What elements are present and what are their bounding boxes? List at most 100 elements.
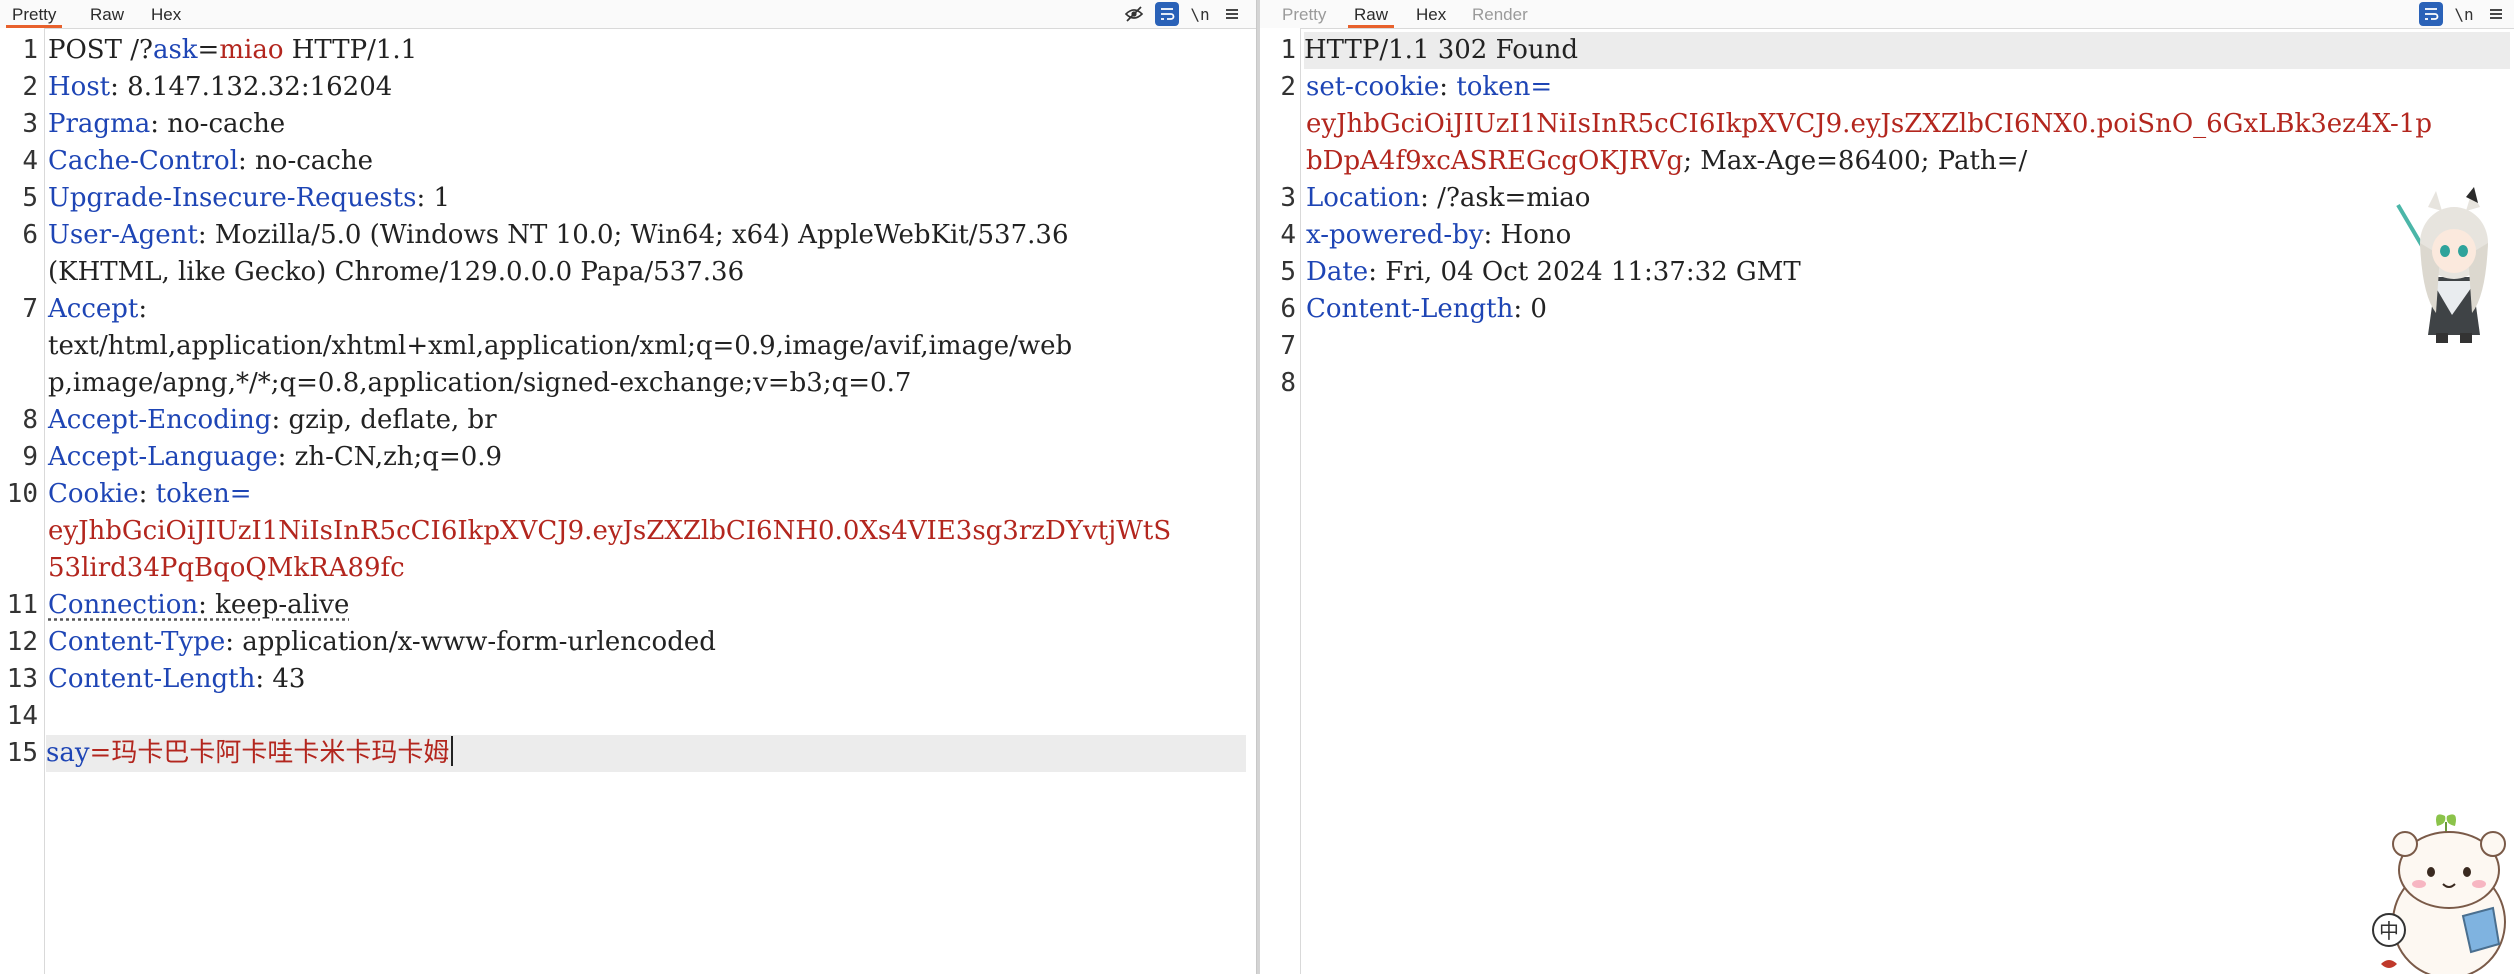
- hamburger-menu-icon[interactable]: [2484, 2, 2508, 26]
- request-editor[interactable]: 1 2 3 4 5 6 7 8 9 10 11 12 13 14 15 POST…: [0, 28, 1256, 974]
- header-cache-control: Cache-Control: no-cache: [48, 143, 1244, 180]
- header-value: : no-cache: [238, 146, 373, 176]
- query-param-name: ask: [152, 35, 198, 65]
- line-number: 7: [1280, 331, 1296, 361]
- header-name: User-Agent: [48, 220, 198, 250]
- header-pragma: Pragma: no-cache: [48, 106, 1244, 143]
- cookie-value-text: eyJhbGciOiJIUzI1NiIsInR5cCI6IkpXVCJ9.eyJ…: [1306, 109, 2432, 139]
- header-name: Date: [1306, 257, 1369, 287]
- response-tab-raw[interactable]: Raw: [1348, 0, 1395, 28]
- header-value: : 1: [416, 183, 451, 213]
- request-tab-raw[interactable]: Raw: [84, 0, 130, 27]
- anime-girl-mascot: [2392, 185, 2514, 345]
- ime-indicator[interactable]: 中: [2379, 919, 2399, 943]
- line-number: 9: [22, 442, 38, 472]
- cookie-value-text: bDpA4f9xcASREGcgOKJRVg: [1306, 146, 1684, 176]
- line-number: 3: [22, 109, 38, 139]
- line-number: 13: [6, 664, 38, 694]
- response-tab-render[interactable]: Render: [1466, 0, 1534, 27]
- set-cookie-value: bDpA4f9xcASREGcgOKJRVg; Max-Age=86400; P…: [1306, 143, 2502, 180]
- request-body-line[interactable]: say=玛卡巴卡阿卡哇卡米卡玛卡姆: [46, 735, 1246, 772]
- line-number: 7: [22, 294, 38, 324]
- header-name: Content-Length: [48, 664, 256, 694]
- line-number: 5: [22, 183, 38, 213]
- colon: :: [138, 479, 156, 509]
- equals-sign: =: [197, 35, 220, 65]
- header-value: : zh-CN,zh;q=0.9: [277, 442, 503, 472]
- header-host: Host: 8.147.132.32:16204: [48, 69, 1244, 106]
- header-value: : 43: [255, 664, 306, 694]
- cookie-value: 53lird34PqBqoQMkRA89fc: [48, 550, 1244, 587]
- header-name: Cookie: [48, 479, 139, 509]
- request-line: POST /?ask=miao HTTP/1.1: [48, 32, 1244, 69]
- line-number: 11: [6, 590, 38, 620]
- header-user-agent-wrap: (KHTML, like Gecko) Chrome/129.0.0.0 Pap…: [48, 254, 1244, 291]
- header-value: : no-cache: [150, 109, 286, 139]
- cookie-value-text: eyJhbGciOiJIUzI1NiIsInR5cCI6IkpXVCJ9.eyJ…: [48, 516, 1172, 546]
- header-name: Accept: [48, 294, 139, 324]
- header-name: Content-Length: [1306, 294, 1514, 324]
- header-value: (KHTML, like Gecko) Chrome/129.0.0.0 Pap…: [48, 257, 745, 287]
- line-number: 12: [6, 627, 38, 657]
- colon: :: [1439, 72, 1457, 102]
- line-number: 8: [1280, 368, 1296, 398]
- wrap-lines-icon[interactable]: [1155, 2, 1179, 26]
- response-tab-pretty[interactable]: Pretty: [1276, 0, 1332, 27]
- header-name: Location: [1306, 183, 1421, 213]
- wrap-lines-icon[interactable]: [2419, 2, 2443, 26]
- text-caret: [451, 736, 454, 766]
- line-number: 2: [22, 72, 38, 102]
- set-cookie-value: eyJhbGciOiJIUzI1NiIsInR5cCI6IkpXVCJ9.eyJ…: [1306, 106, 2502, 143]
- hamburger-menu-icon[interactable]: [1220, 2, 1244, 26]
- line-number: 8: [22, 405, 38, 435]
- colon: :: [138, 294, 148, 324]
- header-date: Date: Fri, 04 Oct 2024 11:37:32 GMT: [1306, 254, 2502, 291]
- header-cookie: Cookie: token=: [48, 476, 1244, 513]
- header-accept-wrap: p,image/apng,*/*;q=0.8,application/signe…: [48, 365, 1244, 402]
- request-tab-hex[interactable]: Hex: [145, 0, 187, 27]
- request-tab-pretty[interactable]: Pretty: [6, 0, 63, 28]
- header-content-type: Content-Type: application/x-www-form-url…: [48, 624, 1244, 661]
- line-number: 1: [22, 35, 38, 65]
- line-number: 5: [1280, 257, 1296, 287]
- line-number: 4: [1280, 220, 1296, 250]
- status-text: HTTP/1.1 302 Found: [1304, 35, 1579, 65]
- header-value: : application/x-www-form-urlencoded: [225, 627, 716, 657]
- query-param-value: miao: [219, 35, 284, 65]
- line-number: 3: [1280, 183, 1296, 213]
- line-number: 6: [1280, 294, 1296, 324]
- line-number: 15: [6, 738, 38, 768]
- response-tabbar: Pretty Raw Hex Render \n: [1260, 0, 2514, 29]
- eye-off-icon[interactable]: [1122, 2, 1146, 26]
- line-number: 10: [6, 479, 38, 509]
- show-newlines-toggle[interactable]: \n: [1188, 2, 1212, 26]
- header-value: : Fri, 04 Oct 2024 11:37:32 GMT: [1368, 257, 1801, 287]
- header-upgrade-insecure-requests: Upgrade-Insecure-Requests: 1: [48, 180, 1244, 217]
- request-method-path: POST /?: [48, 35, 153, 65]
- header-value: : /?ask=miao: [1420, 183, 1591, 213]
- http-version: HTTP/1.1: [283, 35, 418, 65]
- header-name: set-cookie: [1306, 72, 1440, 102]
- header-value: : keep-alive: [198, 590, 350, 620]
- header-name: Cache-Control: [48, 146, 239, 176]
- equals-sign: =: [1530, 72, 1553, 102]
- header-accept-encoding: Accept-Encoding: gzip, deflate, br: [48, 402, 1244, 439]
- header-value: p,image/apng,*/*;q=0.8,application/signe…: [48, 368, 912, 398]
- header-set-cookie: set-cookie: token=: [1306, 69, 2502, 106]
- line-number: 1: [1280, 35, 1296, 65]
- response-tab-hex[interactable]: Hex: [1410, 0, 1452, 27]
- cookie-value-text: 53lird34PqBqoQMkRA89fc: [48, 553, 405, 583]
- response-editor[interactable]: 1 2 3 4 5 6 7 8 HTTP/1.1 302 Found set-c…: [1260, 28, 2514, 974]
- cookie-name: token: [1456, 72, 1531, 102]
- line-number: 2: [1280, 72, 1296, 102]
- header-user-agent: User-Agent: Mozilla/5.0 (Windows NT 10.0…: [48, 217, 1244, 254]
- show-newlines-toggle[interactable]: \n: [2452, 2, 2476, 26]
- header-value: : Mozilla/5.0 (Windows NT 10.0; Win64; x…: [197, 220, 1069, 250]
- response-status-line: HTTP/1.1 302 Found: [1304, 32, 2510, 69]
- header-value: : 8.147.132.32:16204: [110, 72, 393, 102]
- header-location: Location: /?ask=miao: [1306, 180, 2502, 217]
- header-connection: Connection: keep-alive: [48, 587, 1244, 624]
- cookie-attributes: ; Max-Age=86400; Path=/: [1683, 146, 2028, 176]
- header-content-length: Content-Length: 43: [48, 661, 1244, 698]
- header-name: x-powered-by: [1306, 220, 1484, 250]
